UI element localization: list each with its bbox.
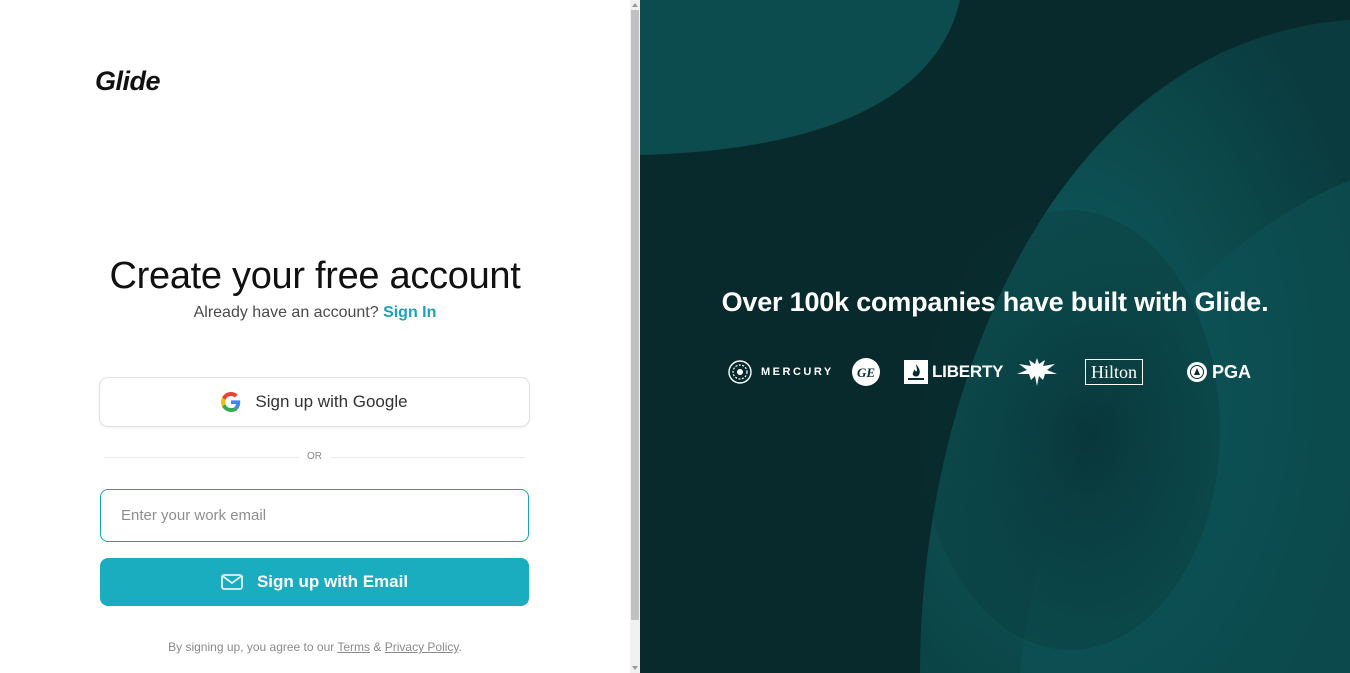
page-title: Create your free account [109, 255, 521, 297]
customer-logos: MERCURY GE LIBERTY Hilton PGA [640, 352, 1350, 392]
google-icon [221, 392, 241, 412]
brand-hilton: Hilton [1085, 352, 1144, 392]
terms-link[interactable]: Terms [337, 640, 370, 654]
brand-liberty-name: LIBERTY [932, 362, 1004, 381]
brand-pga: PGA [1186, 352, 1251, 392]
liberty-flame-icon [904, 360, 928, 384]
brand-ge: GE [851, 352, 881, 392]
mail-icon [221, 574, 243, 590]
have-account-text: Already have an account? [193, 304, 379, 321]
legal-notice: By signing up, you agree to our Terms & … [0, 640, 630, 654]
privacy-policy-link[interactable]: Privacy Policy [385, 640, 459, 654]
legal-ampersand: & [373, 640, 382, 654]
google-signup-button[interactable]: Sign up with Google [99, 377, 530, 427]
brand-mercury-name: MERCURY [761, 366, 834, 378]
google-button-label: Sign up with Google [255, 392, 408, 411]
signup-panel: Glide Create your free account Already h… [0, 0, 630, 673]
page-scrollbar[interactable] [630, 0, 640, 673]
email-button-label: Sign up with Email [256, 572, 409, 591]
email-input[interactable] [100, 489, 529, 542]
pga-seal-icon [1187, 362, 1207, 382]
eagle-icon [1017, 358, 1057, 386]
hilton-wordmark: Hilton [1085, 359, 1144, 385]
or-divider: OR [104, 451, 525, 465]
glide-logo[interactable]: Glide [95, 66, 161, 97]
ge-monogram-icon: GE [852, 358, 880, 386]
mercury-seal-icon [728, 360, 752, 384]
email-signup-button[interactable]: Sign up with Email [100, 558, 529, 606]
brand-anheuser-busch [1015, 352, 1059, 392]
promo-panel: Over 100k companies have built with Glid… [640, 0, 1350, 673]
promo-background [640, 0, 1350, 673]
scroll-down-arrow-icon[interactable] [632, 666, 638, 670]
signin-link[interactable]: Sign In [383, 304, 436, 321]
brand-liberty: LIBERTY [904, 352, 1004, 392]
promo-tagline: Over 100k companies have built with Glid… [721, 287, 1269, 317]
brand-mercury: MERCURY [728, 352, 834, 392]
svg-text:GE: GE [857, 365, 875, 380]
scrollbar-thumb[interactable] [631, 10, 639, 620]
scroll-up-arrow-icon[interactable] [632, 3, 638, 7]
legal-suffix: . [458, 640, 462, 654]
or-label: OR [299, 451, 330, 462]
signin-prompt: Already have an account? Sign In [0, 304, 630, 322]
brand-pga-name: PGA [1212, 361, 1252, 382]
legal-prefix: By signing up, you agree to our [168, 640, 335, 654]
